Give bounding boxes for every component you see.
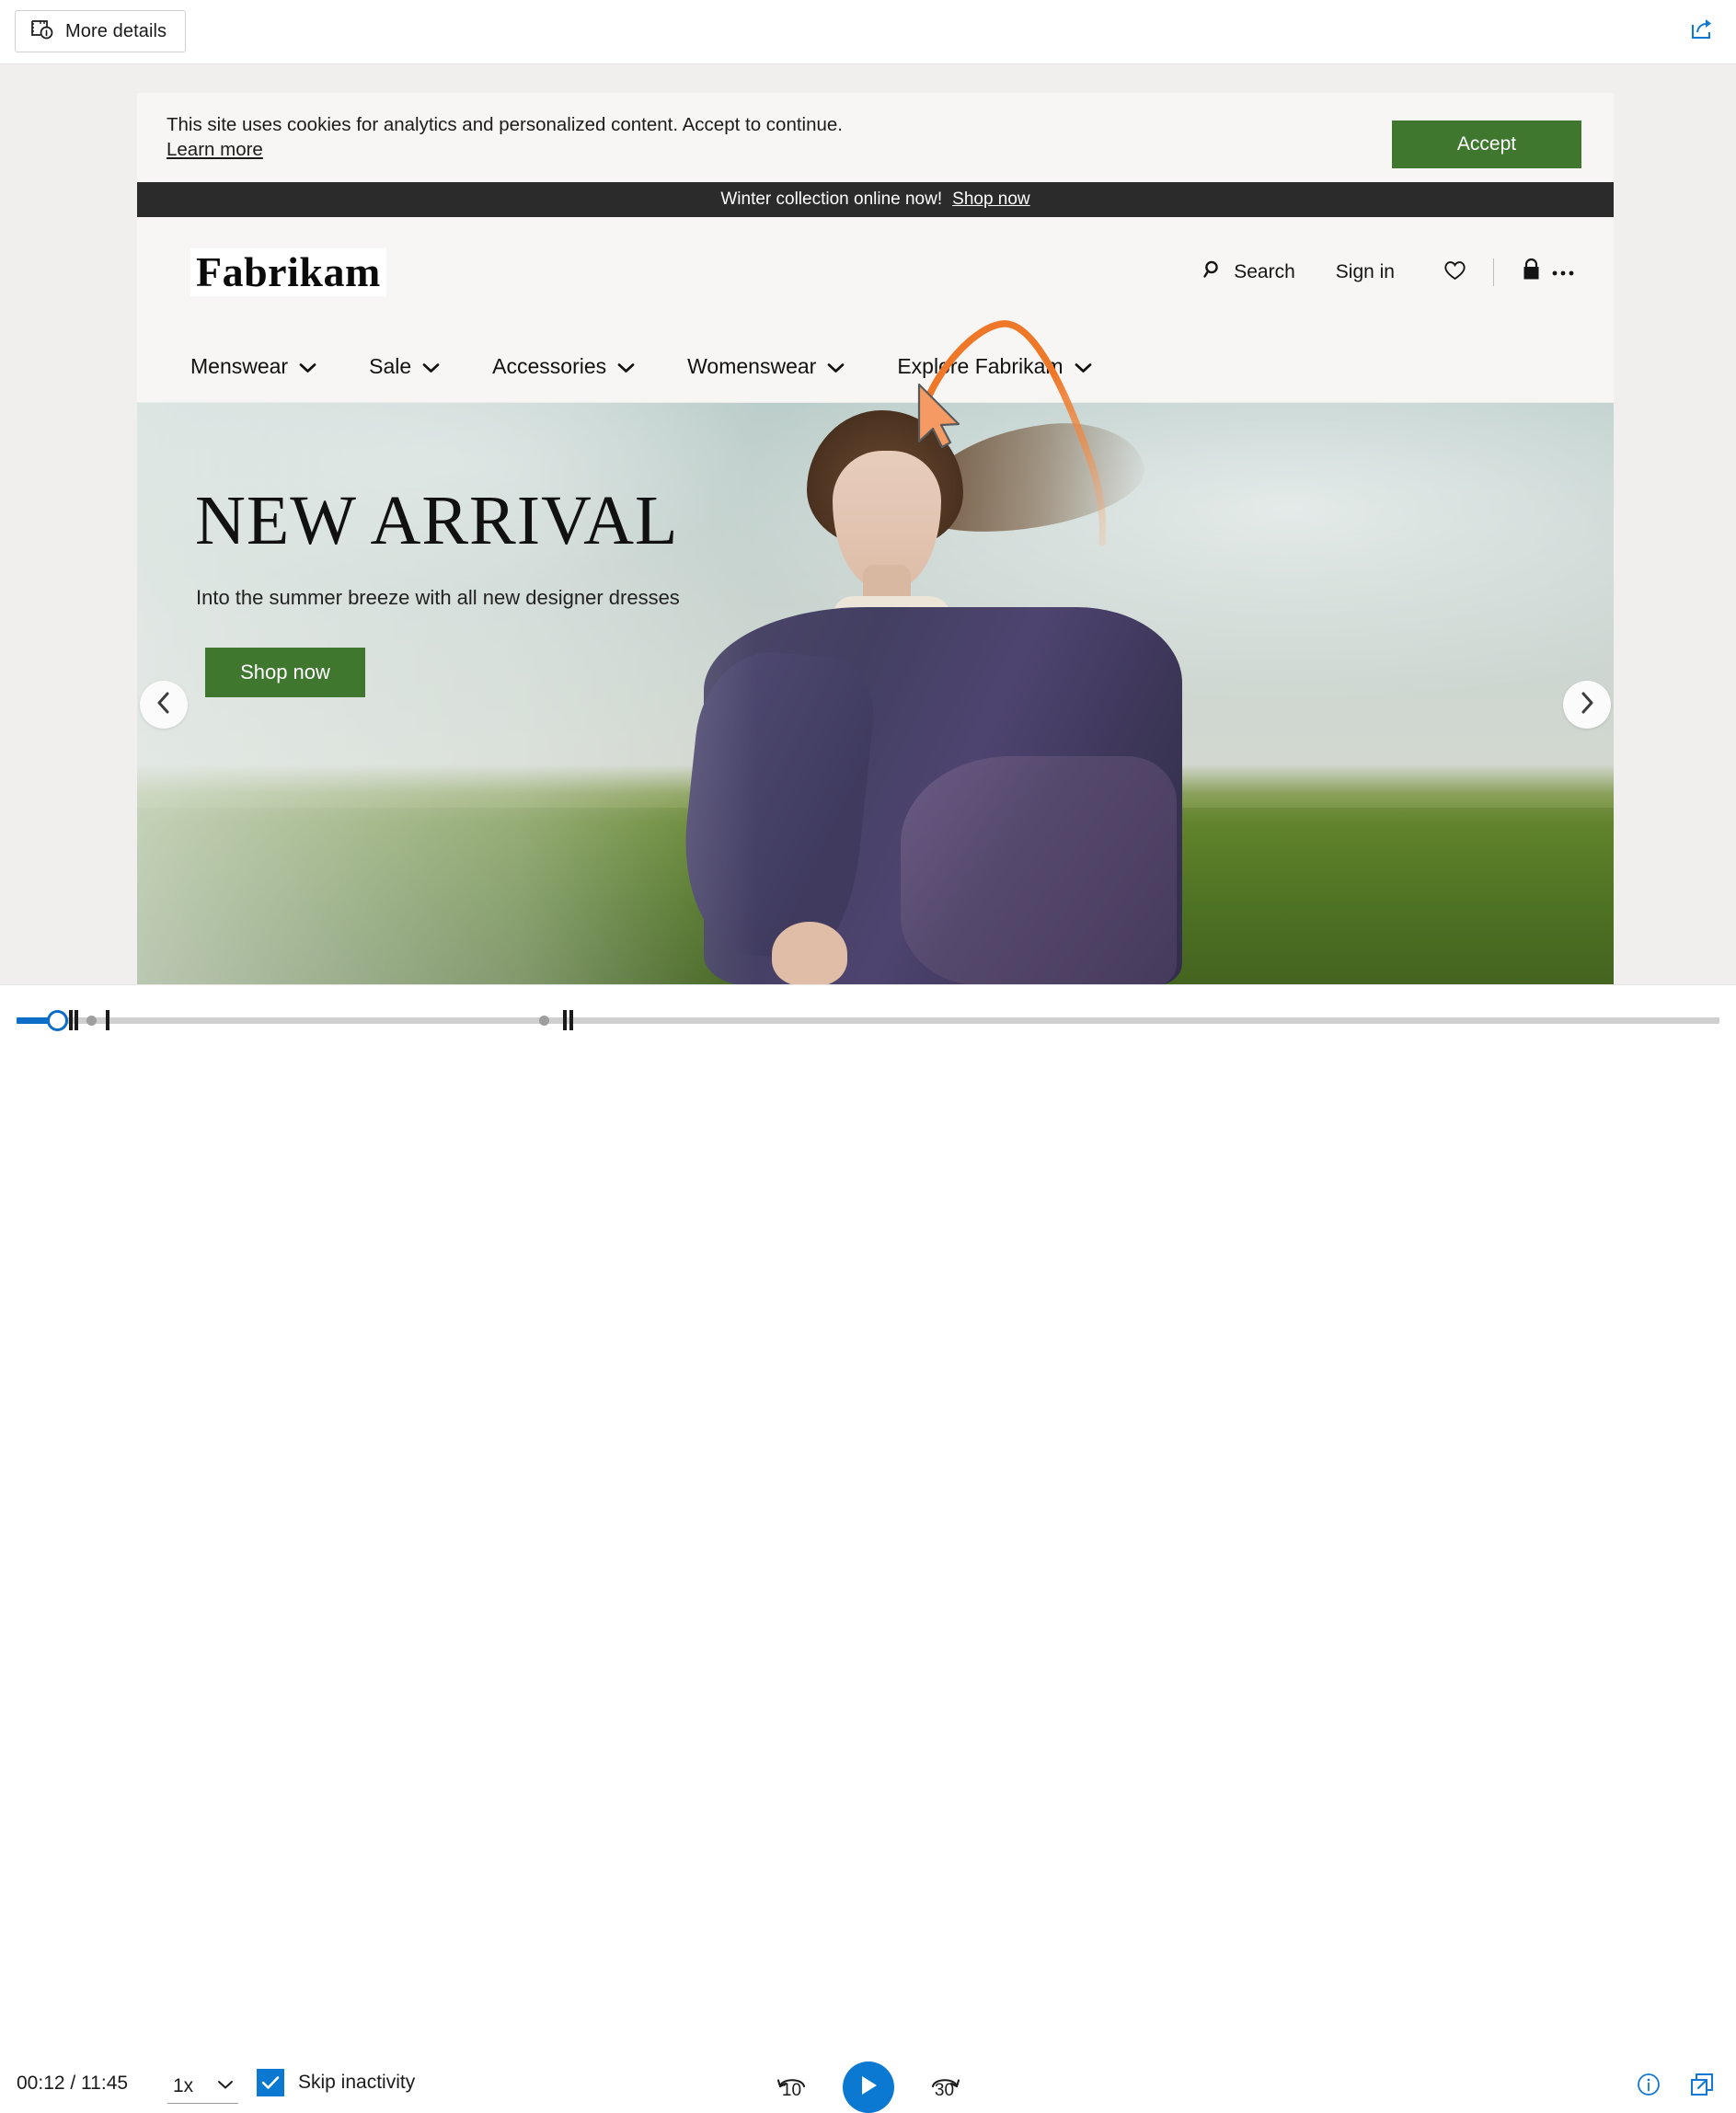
hero-title: NEW ARRIVAL [195,482,679,559]
cookie-message: This site uses cookies for analytics and… [167,114,843,135]
promo-text: Winter collection online now! [720,189,943,209]
recorded-web-page: This site uses cookies for analytics and… [137,93,1614,986]
info-icon[interactable] [1635,2071,1662,2098]
hero-shop-now-button[interactable]: Shop now [205,648,365,697]
nav-item-label: Explore Fabrikam [897,354,1063,378]
skip-inactivity-checkbox[interactable]: Skip inactivity [257,2069,415,2096]
timeline-marker[interactable] [106,1010,109,1030]
play-button[interactable] [842,2061,894,2113]
nav-item-menswear[interactable]: Menswear [190,354,316,379]
chevron-down-icon [827,354,845,379]
video-viewport: This site uses cookies for analytics and… [0,64,1736,986]
site-header: Fabrikam Search Sign in [137,217,1614,331]
playback-speed-dropdown[interactable]: 1x [167,2069,238,2104]
ellipsis-icon [1551,261,1575,283]
timeline-handle[interactable] [47,1010,68,1031]
forward-30-button[interactable]: 30 [923,2065,967,2109]
chevron-right-icon [1578,691,1596,719]
sign-in-link[interactable]: Sign in [1336,261,1395,283]
timeline-marker[interactable] [563,1010,567,1030]
shopping-bag-button[interactable] [1520,258,1543,287]
play-icon [857,2073,880,2103]
chevron-down-icon [299,354,316,379]
chevron-down-icon [617,354,635,379]
video-info-icon [30,18,54,45]
forward-30-label: 30 [934,2081,955,2100]
timeline-track[interactable] [17,1017,1719,1024]
pop-out-icon[interactable] [1688,2071,1716,2098]
header-more-button[interactable] [1551,261,1575,283]
heart-icon [1443,258,1467,287]
cookie-accept-button[interactable]: Accept [1392,121,1581,168]
hero-carousel: NEW ARRIVAL Into the summer breeze with … [137,403,1614,986]
site-navigation: Menswear Sale Accessories Womenswear Exp… [137,331,1614,403]
rewind-10-button[interactable]: 10 [770,2065,814,2109]
timeline-marker[interactable] [75,1010,78,1030]
player-right-icons [1635,2071,1716,2098]
header-divider [1493,258,1494,286]
hero-subtitle: Into the summer breeze with all new desi… [196,586,680,609]
cookie-banner: This site uses cookies for analytics and… [137,93,1614,182]
rewind-10-label: 10 [781,2081,802,2100]
timeline-event-dot[interactable] [86,1016,97,1026]
search-label: Search [1234,261,1295,282]
nav-item-accessories[interactable]: Accessories [492,354,635,379]
time-display: 00:12 / 11:45 [17,2073,129,2094]
more-details-button[interactable]: More details [15,10,187,52]
more-details-label: More details [65,20,167,41]
promo-shop-now-link[interactable]: Shop now [952,189,1030,210]
share-icon[interactable] [1686,15,1716,44]
chevron-down-icon [422,354,440,379]
nav-item-label: Menswear [190,354,289,378]
playback-speed-value: 1x [173,2074,194,2096]
nav-item-label: Womenswear [687,354,817,378]
nav-item-label: Accessories [492,354,607,378]
carousel-prev-button[interactable] [140,681,188,729]
nav-item-label: Sale [369,354,412,378]
nav-item-explore-fabrikam[interactable]: Explore Fabrikam [897,354,1091,379]
timeline-marker[interactable] [569,1010,573,1030]
checkbox-checked-icon [257,2069,284,2096]
timeline-event-dot[interactable] [539,1016,549,1026]
timeline-marker[interactable] [69,1010,73,1030]
chevron-down-icon [216,2078,235,2095]
skip-inactivity-label: Skip inactivity [298,2072,416,2093]
fabrikam-logo[interactable]: Fabrikam [190,248,386,296]
search-icon [1202,258,1224,286]
cookie-learn-more-link[interactable]: Learn more [167,139,263,161]
top-toolbar: More details [0,0,1736,64]
header-actions: Search Sign in [1202,258,1575,287]
nav-item-womenswear[interactable]: Womenswear [687,354,845,379]
wishlist-button[interactable] [1443,258,1467,287]
chevron-left-icon [155,691,173,719]
sign-in-label: Sign in [1335,261,1395,282]
carousel-next-button[interactable] [1563,681,1611,729]
nav-item-sale[interactable]: Sale [369,354,440,379]
shopping-bag-icon [1520,258,1543,287]
promo-bar: Winter collection online now! Shop now [137,182,1614,217]
timeline-scrubber[interactable] [17,1009,1719,1031]
transport-controls: 10 30 [770,2061,967,2113]
chevron-down-icon [1075,354,1092,379]
video-player-controls: 00:12 / 11:45 1x Skip inactivity 10 30 [0,984,1736,2113]
search-button[interactable]: Search [1202,258,1295,286]
